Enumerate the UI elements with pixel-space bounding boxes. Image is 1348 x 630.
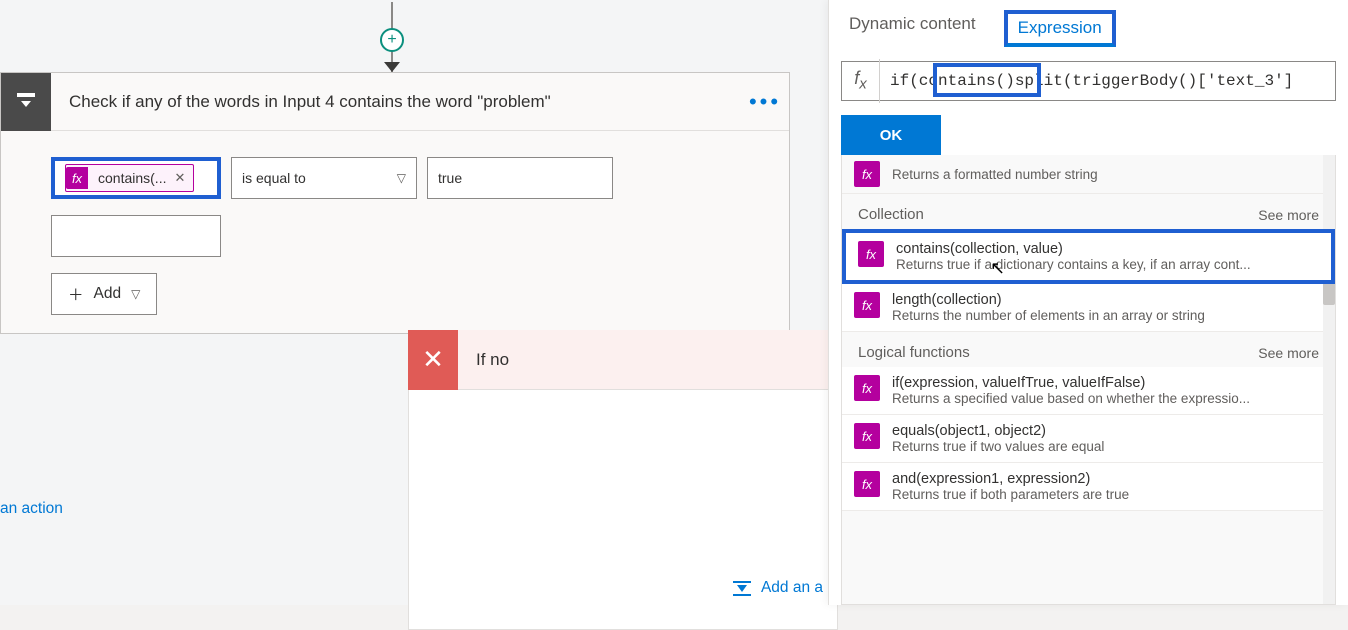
condition-row: fx contains(... ✕ is equal to ▽ true xyxy=(51,157,739,199)
fn-item-formatted[interactable]: fx Returns a formatted number string xyxy=(842,155,1335,194)
fn-desc: Returns the number of elements in an arr… xyxy=(892,308,1205,323)
category-label: Logical functions xyxy=(858,344,970,361)
fn-desc: Returns true if a dictionary contains a … xyxy=(896,257,1251,272)
condition-icon xyxy=(1,73,51,131)
fx-icon: fx xyxy=(854,161,880,187)
condition-operator-select[interactable]: is equal to ▽ xyxy=(231,157,417,199)
fn-item-equals[interactable]: fx equals(object1, object2) Returns true… xyxy=(842,415,1335,463)
ok-button[interactable]: OK xyxy=(841,115,941,155)
operator-label: is equal to xyxy=(242,170,306,186)
add-action-button-yes[interactable]: an action xyxy=(0,500,63,518)
category-label: Collection xyxy=(858,206,924,223)
condition-menu-button[interactable]: ••• xyxy=(741,89,789,115)
condition-card: Check if any of the words in Input 4 con… xyxy=(0,72,790,334)
fn-item-and[interactable]: fx and(expression1, expression2) Returns… xyxy=(842,463,1335,511)
fx-icon: fx xyxy=(854,471,880,497)
fn-desc: Returns true if both parameters are true xyxy=(892,487,1129,502)
plus-icon: ＋ xyxy=(68,283,84,305)
condition-left-value[interactable]: fx contains(... ✕ xyxy=(51,157,221,199)
see-more-logical[interactable]: See more xyxy=(1258,345,1319,361)
tab-expression[interactable]: Expression xyxy=(1004,10,1116,47)
condition-right-value[interactable]: true xyxy=(427,157,613,199)
add-label: Add xyxy=(94,285,122,303)
function-list: fx Returns a formatted number string Col… xyxy=(841,155,1336,605)
branch-no-icon: ✕ xyxy=(408,330,458,390)
category-logical: Logical functions See more xyxy=(842,332,1335,367)
fn-name: equals(object1, object2) xyxy=(892,423,1104,439)
add-step-button[interactable]: + xyxy=(380,28,404,52)
expression-input[interactable] xyxy=(880,62,1335,100)
branch-no-body: Add an a xyxy=(408,390,838,630)
fx-icon: fx xyxy=(854,375,880,401)
fx-icon: fx xyxy=(854,292,880,318)
fn-name: and(expression1, expression2) xyxy=(892,471,1129,487)
add-action-button-no[interactable]: Add an a xyxy=(733,579,823,597)
fn-name: length(collection) xyxy=(892,292,1205,308)
fn-name: if(expression, valueIfTrue, valueIfFalse… xyxy=(892,375,1250,391)
category-collection: Collection See more xyxy=(842,194,1335,229)
condition-body: fx contains(... ✕ is equal to ▽ true ＋ xyxy=(1,131,789,333)
fx-icon: fx xyxy=(854,423,880,449)
connector-arrow xyxy=(384,62,400,72)
fn-desc: Returns a formatted number string xyxy=(892,167,1098,182)
fn-desc: Returns true if two values are equal xyxy=(892,439,1104,454)
fn-name: contains(collection, value) xyxy=(896,241,1251,257)
chevron-down-icon: ▽ xyxy=(397,171,406,185)
branch-no-header: ✕ If no xyxy=(408,330,838,390)
fx-icon: fx xyxy=(842,59,880,104)
see-more-collection[interactable]: See more xyxy=(1258,207,1319,223)
expression-token-label: contains(... xyxy=(98,170,166,186)
fx-icon: fx xyxy=(66,167,88,189)
fn-desc: Returns a specified value based on wheth… xyxy=(892,391,1250,406)
expression-input-row: fx xyxy=(841,61,1336,101)
chevron-down-icon: ▽ xyxy=(131,287,140,301)
expression-token[interactable]: fx contains(... ✕ xyxy=(65,164,194,192)
add-action-icon xyxy=(733,581,751,596)
close-icon: ✕ xyxy=(422,344,444,375)
token-remove-button[interactable]: ✕ xyxy=(172,170,187,186)
branch-no-title: If no xyxy=(458,350,509,370)
dynamic-content-panel: Dynamic content Expression fx OK fx Retu… xyxy=(828,0,1348,605)
condition-header: Check if any of the words in Input 4 con… xyxy=(1,73,789,131)
right-value-text: true xyxy=(438,170,462,186)
panel-tabs: Dynamic content Expression xyxy=(829,0,1348,47)
fn-item-contains[interactable]: fx contains(collection, value) Returns t… xyxy=(842,229,1335,284)
condition-left-empty[interactable] xyxy=(51,215,221,257)
condition-title: Check if any of the words in Input 4 con… xyxy=(51,92,741,112)
flow-canvas: + Check if any of the words in Input 4 c… xyxy=(0,0,1348,605)
tab-dynamic-content[interactable]: Dynamic content xyxy=(849,14,976,47)
scrollbar-track[interactable] xyxy=(1323,155,1335,604)
fn-item-length[interactable]: fx length(collection) Returns the number… xyxy=(842,284,1335,332)
add-action-label: Add an a xyxy=(761,579,823,597)
add-condition-button[interactable]: ＋ Add ▽ xyxy=(51,273,157,315)
fn-item-if[interactable]: fx if(expression, valueIfTrue, valueIfFa… xyxy=(842,367,1335,415)
if-no-branch: ✕ If no Add an a xyxy=(408,330,838,630)
add-action-label-left: an action xyxy=(0,500,63,517)
fx-icon: fx xyxy=(858,241,884,267)
